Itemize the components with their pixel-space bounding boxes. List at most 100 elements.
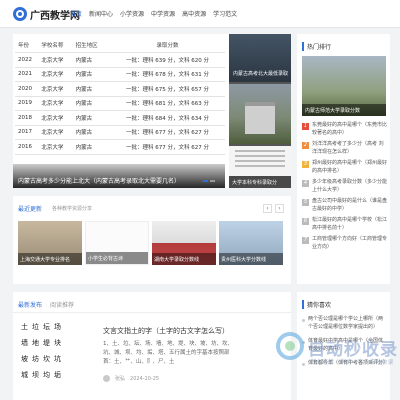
hero-slide-side[interactable]: 内蒙古高考北大最低录取 大学本科专科录取分 — [229, 34, 291, 188]
nav-item-middle[interactable]: 中学资源 — [151, 9, 175, 18]
prev-arrow-icon[interactable]: ‹ — [263, 204, 272, 213]
watermark-subtext: 做上链接 · 来访一次 · 自动收录 — [310, 359, 394, 366]
list-item[interactable]: 2 刘洋洋高考考了多少分（高考 刘洋洋现在怎么样） — [302, 141, 388, 156]
list-item-text: 郑州最好的高中是哪个（郑州最好的高中排名） — [312, 160, 388, 174]
article-thumbnail[interactable]: 土垃坛场 墙地堤块 坡坊坎坑 城坝均垢 — [18, 322, 96, 382]
side-top-caption: 内蒙古高考北大最低录取 — [233, 71, 289, 77]
cell-region: 内蒙古 — [72, 52, 107, 68]
tab-recommended[interactable]: 阅读推荐 — [50, 300, 74, 309]
table-row: 2017 北京大学 内蒙古 一批：理科 677 分，文科 627 分 — [15, 125, 225, 140]
list-item[interactable]: 湖南大学录取分数线 — [152, 221, 216, 265]
article-snippet: 1、土、垃、坛、场、墙、地、堤、块、坡、坊、坎、坑、城、坝、均、垢、塔、五行属土… — [103, 341, 234, 365]
cell-school: 北京大学 — [38, 125, 73, 140]
thumb-caption: 上海交通大学专业排名 — [18, 253, 82, 265]
cell-school: 北京大学 — [38, 96, 73, 111]
nav-item-primary[interactable]: 小学资源 — [120, 9, 144, 18]
hot-top-image[interactable]: 内蒙古师范大学录取分数 — [302, 56, 386, 116]
rank-badge: 5 — [302, 199, 309, 206]
cell-region: 内蒙古 — [72, 139, 107, 155]
cell-region: 内蒙古 — [72, 81, 107, 97]
section-title: 最近更新 — [18, 206, 43, 213]
col-region: 招生地区 — [72, 38, 107, 53]
nav-item-home[interactable]: 首页 — [70, 9, 82, 18]
table-header-row: 年份 学校名称 招生地区 录取分数 — [15, 38, 225, 53]
side-bottom-caption: 大学本科专科录取分 — [229, 176, 291, 188]
site-logo[interactable]: 广西教学网 — [13, 6, 80, 22]
table-row: 2022 北京大学 内蒙古 一批：理科 639 分，文科 620 分 — [15, 52, 225, 68]
cell-score: 一批：理科 675 分，文科 657 分 — [106, 81, 225, 97]
list-item[interactable]: 3 郑州最好的高中是哪个（郑州最好的高中排名） — [302, 160, 388, 175]
cell-year: 2019 — [15, 96, 39, 111]
cell-score: 一批：理科 639 分，文科 620 分 — [106, 52, 225, 68]
list-item[interactable]: 7 工商管理哪个方向好（工商管理专业方向） — [302, 236, 388, 251]
list-item-text: 松江最好的高中是哪个学校（松江高中排名前十） — [312, 217, 388, 231]
cell-year: 2020 — [15, 81, 39, 97]
cell-region: 内蒙古 — [72, 96, 107, 111]
table-row: 2020 北京大学 内蒙古 一批：理科 675 分，文科 657 分 — [15, 81, 225, 97]
nav-item-news[interactable]: 新闻中心 — [89, 9, 113, 18]
side-bottom-image: 大学本科专科录取分 — [229, 146, 291, 188]
col-year: 年份 — [15, 38, 39, 53]
tab-latest[interactable]: 最新发布 — [18, 300, 42, 309]
list-item[interactable]: 6 松江最好的高中是哪个学校（松江高中排名前十） — [302, 217, 388, 232]
cell-region: 内蒙古 — [72, 125, 107, 140]
article-meta: 张弘 2024-10-25 — [103, 375, 159, 382]
thumb-caption: 小学生必背古诗 — [86, 252, 148, 264]
list-item[interactable]: 5 盘古公司中最好的是什么（谁是盘古最好的中学） — [302, 198, 388, 213]
hero-caption-bar: 内蒙古高考多少分能上北大（内蒙古高考录取北大需要几名） — [13, 164, 225, 188]
cell-year: 2022 — [15, 52, 39, 68]
cell-school: 北京大学 — [38, 139, 73, 155]
cell-year: 2018 — [15, 110, 39, 126]
list-item[interactable]: 4 多少年级高考录取分数（多少分能上什么大学） — [302, 179, 388, 194]
hot-ranking-section: 热门排行 内蒙古师范大学录取分数 1 东莞最好的高中是哪个（东莞市比较著名的高中）… — [297, 34, 390, 284]
rank-badge: 2 — [302, 142, 309, 149]
list-item[interactable]: 上海交通大学专业排名 — [18, 221, 82, 265]
list-item-text: 刘洋洋高考考了多少分（高考 刘洋洋现在怎么样） — [312, 141, 384, 155]
slider-dot[interactable] — [210, 180, 215, 182]
document-lines — [235, 150, 285, 170]
main-nav: 首页 新闻中心 小学资源 中学资源 高中资源 学习范文 — [70, 9, 237, 18]
list-item[interactable]: 1 东莞最好的高中是哪个（东莞市比较著名的高中） — [302, 122, 388, 137]
watermark: 自动秒收录 做上链接 · 来访一次 · 自动收录 — [276, 332, 400, 370]
nav-item-essays[interactable]: 学习范文 — [213, 9, 237, 18]
avatar — [103, 375, 110, 382]
article-date: 2024-10-25 — [130, 375, 160, 382]
col-school: 学校名称 — [38, 38, 73, 53]
bullet-icon — [302, 319, 305, 322]
logo-icon — [13, 7, 27, 21]
thumb-caption: 湖南大学录取分数线 — [152, 253, 216, 265]
rank-badge: 4 — [302, 180, 309, 187]
hero-caption[interactable]: 内蒙古高考多少分能上北大（内蒙古高考录取北大需要几名） — [18, 176, 180, 185]
rank-badge: 6 — [302, 218, 309, 225]
next-arrow-icon[interactable]: › — [275, 204, 284, 213]
list-item[interactable]: 两个否公理是哪个学公上哪所（两个否公理是哪位数学家提出的） — [302, 316, 386, 331]
watermark-logo-icon — [276, 332, 304, 360]
list-item[interactable]: 小学生必背古诗 — [85, 221, 149, 265]
cell-school: 北京大学 — [38, 52, 73, 68]
list-item-text: 工商管理哪个方向好（工商管理专业方向） — [312, 236, 388, 250]
cell-school: 北京大学 — [38, 81, 73, 97]
slider-dot[interactable] — [203, 180, 208, 182]
cell-score: 一批：理科 677 分，文科 627 分 — [106, 125, 225, 140]
article-title[interactable]: 文言文指土的字（土字的古文字怎么写） — [103, 326, 229, 336]
table-row: 2016 北京大学 内蒙古 一批：理科 677 分，文科 627 分 — [15, 139, 225, 155]
hot-top-caption: 内蒙古师范大学录取分数 — [302, 104, 386, 116]
list-item-text: 东莞最好的高中是哪个（东莞市比较著名的高中） — [312, 122, 388, 136]
cell-school: 北京大学 — [38, 110, 73, 126]
list-item-text: 盘古公司中最好的是什么（谁是盘古最好的中学） — [312, 198, 388, 212]
cell-region: 内蒙古 — [72, 110, 107, 126]
cell-score: 一批：理科 681 分，文科 663 分 — [106, 96, 225, 111]
recent-updates-section: 最近更新 各种教学资源分享 ‹ › 上海交通大学专业排名 小学生必背古诗 湖南大… — [13, 196, 291, 284]
nav-item-high[interactable]: 高中资源 — [182, 9, 206, 18]
list-item-text: 两个否公理是哪个学公上哪所（两个否公理是哪位数学家提出的） — [308, 316, 384, 330]
hero-slide-main[interactable]: 年份 学校名称 招生地区 录取分数 2022 北京大学 内蒙古 一批：理科 63… — [13, 34, 225, 188]
table-row: 2019 北京大学 内蒙古 一批：理科 681 分，文科 663 分 — [15, 96, 225, 111]
rank-badge: 1 — [302, 123, 309, 130]
table-row: 2021 北京大学 内蒙古 一批：理科 678 分，文科 631 分 — [15, 67, 225, 82]
divider — [13, 312, 291, 313]
section-title: 热门排行 — [302, 42, 331, 51]
cell-score: 一批：理科 678 分，文科 631 分 — [106, 67, 225, 82]
side-top-image: 内蒙古高考北大最低录取 — [229, 34, 291, 82]
list-item[interactable]: 贵州医科大学分数线 — [219, 221, 283, 265]
list-item-text: 多少年级高考录取分数（多少分能上什么大学） — [312, 179, 388, 193]
